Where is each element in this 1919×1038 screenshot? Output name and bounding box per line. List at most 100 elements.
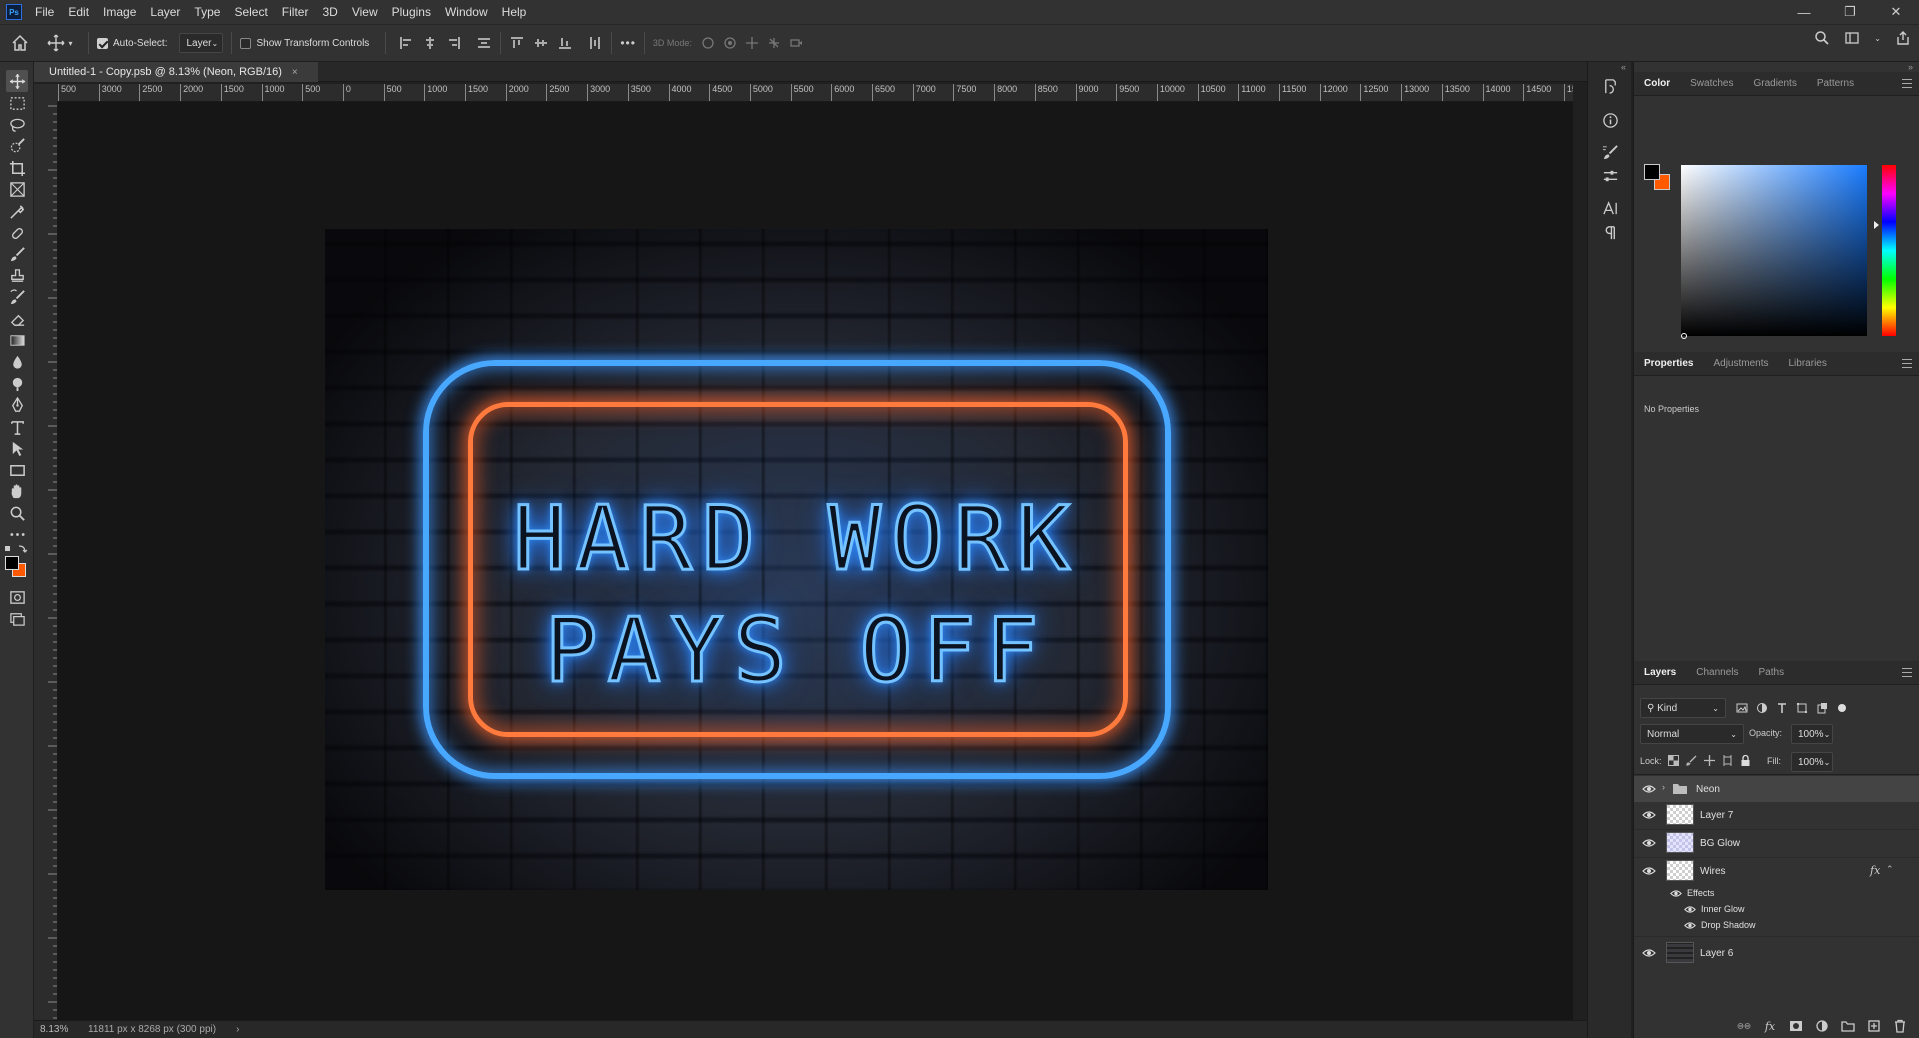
- menu-type[interactable]: Type: [187, 0, 227, 24]
- fill-field[interactable]: 100% ⌄: [1791, 752, 1833, 772]
- layer-name[interactable]: Layer 7: [1700, 810, 1733, 821]
- 3d-pan-icon[interactable]: [744, 35, 760, 51]
- quick-selection-tool-icon[interactable]: [6, 135, 28, 157]
- search-icon[interactable]: [1814, 30, 1830, 46]
- tab-libraries[interactable]: Libraries: [1779, 352, 1837, 376]
- home-icon[interactable]: [0, 28, 40, 58]
- effect-name[interactable]: Drop Shadow: [1701, 920, 1756, 930]
- hue-slider[interactable]: [1882, 165, 1896, 336]
- panel-menu-icon[interactable]: [1902, 668, 1912, 677]
- pen-tool-icon[interactable]: [6, 394, 28, 416]
- expand-panels-icon[interactable]: »: [1908, 62, 1913, 72]
- layer-row-bg-glow[interactable]: BG Glow: [1634, 830, 1919, 856]
- menu-edit[interactable]: Edit: [61, 0, 96, 24]
- layer-filter-kind-dropdown[interactable]: ⚲ Kind ⌄: [1640, 698, 1726, 718]
- distribute-vertical-icon[interactable]: [587, 35, 603, 51]
- tab-paths[interactable]: Paths: [1749, 661, 1795, 685]
- show-transform-controls-checkbox[interactable]: Show Transform Controls: [240, 37, 369, 49]
- tab-color[interactable]: Color: [1634, 72, 1680, 96]
- 3d-scale-icon[interactable]: [788, 35, 804, 51]
- path-selection-tool-icon[interactable]: [6, 437, 28, 459]
- align-left-icon[interactable]: [398, 35, 414, 51]
- gradient-tool-icon[interactable]: [6, 329, 28, 351]
- tab-patterns[interactable]: Patterns: [1807, 72, 1864, 96]
- history-brush-tool-icon[interactable]: [6, 286, 28, 308]
- brush-tool-icon[interactable]: [6, 243, 28, 265]
- panel-menu-icon[interactable]: [1902, 359, 1912, 368]
- layer-name[interactable]: Wires: [1700, 866, 1726, 877]
- effect-name[interactable]: Inner Glow: [1701, 904, 1745, 914]
- rectangle-tool-icon[interactable]: [6, 459, 28, 481]
- dodge-tool-icon[interactable]: [6, 372, 28, 394]
- distribute-horizontal-icon[interactable]: [476, 35, 492, 51]
- tab-adjustments[interactable]: Adjustments: [1703, 352, 1778, 376]
- move-tool-icon[interactable]: [6, 70, 28, 92]
- layer-name[interactable]: BG Glow: [1700, 838, 1740, 849]
- filter-smart-object-icon[interactable]: [1814, 700, 1830, 716]
- tab-properties[interactable]: Properties: [1634, 352, 1703, 376]
- new-adjustment-layer-icon[interactable]: [1814, 1018, 1830, 1034]
- brush-settings-icon[interactable]: [1600, 142, 1620, 162]
- document-canvas[interactable]: HARD WORK PAYS OFF: [325, 229, 1268, 890]
- crop-tool-icon[interactable]: [6, 157, 28, 179]
- layer-row-layer-7[interactable]: Layer 7: [1634, 802, 1919, 828]
- lock-artboard-icon[interactable]: [1721, 754, 1734, 767]
- auto-select-checkbox[interactable]: Auto-Select:: [97, 37, 167, 49]
- lock-all-icon[interactable]: [1739, 754, 1752, 767]
- panel-foreground-color[interactable]: [1644, 164, 1660, 180]
- clone-stamp-tool-icon[interactable]: [6, 265, 28, 287]
- tab-gradients[interactable]: Gradients: [1743, 72, 1806, 96]
- lock-image-pixels-icon[interactable]: [1685, 754, 1698, 767]
- tab-channels[interactable]: Channels: [1686, 661, 1748, 685]
- eraser-tool-icon[interactable]: [6, 308, 28, 330]
- restore-icon[interactable]: ❐: [1827, 0, 1873, 24]
- menu-window[interactable]: Window: [438, 0, 495, 24]
- filter-type-icon[interactable]: [1774, 700, 1790, 716]
- fx-badge[interactable]: fx: [1870, 864, 1880, 877]
- collapse-panels-icon[interactable]: «: [1588, 62, 1632, 72]
- layer-row-neon[interactable]: › Neon: [1634, 776, 1919, 802]
- filter-pixel-icon[interactable]: [1734, 700, 1750, 716]
- visibility-eye-icon[interactable]: [1642, 948, 1656, 958]
- visibility-eye-icon[interactable]: [1642, 838, 1656, 848]
- filter-adjustment-icon[interactable]: [1754, 700, 1770, 716]
- lock-position-icon[interactable]: [1703, 754, 1716, 767]
- layer-name[interactable]: Layer 6: [1700, 948, 1733, 959]
- healing-brush-tool-icon[interactable]: [6, 222, 28, 244]
- visibility-eye-icon[interactable]: [1670, 889, 1682, 898]
- layer-row-layer-6[interactable]: Layer 6: [1634, 940, 1919, 966]
- hue-slider-handle[interactable]: [1874, 221, 1879, 229]
- menu-help[interactable]: Help: [495, 0, 534, 24]
- menu-3d[interactable]: 3D: [315, 0, 344, 24]
- zoom-tool-icon[interactable]: [6, 502, 28, 524]
- menu-filter[interactable]: Filter: [275, 0, 316, 24]
- color-swatches[interactable]: [5, 556, 29, 580]
- menu-image[interactable]: Image: [96, 0, 143, 24]
- screen-mode-icon[interactable]: [6, 607, 28, 629]
- filter-toggle-icon[interactable]: [1834, 700, 1850, 716]
- align-center-icon[interactable]: [422, 35, 438, 51]
- menu-plugins[interactable]: Plugins: [385, 0, 438, 24]
- tab-layers[interactable]: Layers: [1634, 661, 1686, 685]
- menu-view[interactable]: View: [345, 0, 385, 24]
- horizontal-ruler[interactable]: 500 3000 2500 2000 1500 1000 500 0 500 1000 1500 20…: [58, 84, 1573, 102]
- lasso-tool-icon[interactable]: [6, 114, 28, 136]
- zoom-level[interactable]: 8.13%: [40, 1024, 88, 1035]
- opacity-field[interactable]: 100% ⌄: [1791, 724, 1833, 744]
- visibility-eye-icon[interactable]: [1642, 810, 1656, 820]
- visibility-eye-icon[interactable]: [1642, 784, 1656, 794]
- visibility-eye-icon[interactable]: [1684, 921, 1696, 930]
- chevron-down-icon[interactable]: ⌄: [1874, 34, 1881, 43]
- type-tool-icon[interactable]: [6, 416, 28, 438]
- move-tool-preset-icon[interactable]: ▾: [40, 28, 80, 58]
- align-right-icon[interactable]: [446, 35, 462, 51]
- align-top-icon[interactable]: [509, 35, 525, 51]
- visibility-eye-icon[interactable]: [1642, 866, 1656, 876]
- filter-shape-icon[interactable]: [1794, 700, 1810, 716]
- new-layer-icon[interactable]: [1866, 1018, 1882, 1034]
- edit-toolbar-icon[interactable]: [6, 523, 28, 545]
- menu-select[interactable]: Select: [227, 0, 274, 24]
- add-layer-style-icon[interactable]: fx: [1762, 1018, 1778, 1034]
- align-bottom-icon[interactable]: [557, 35, 573, 51]
- tab-swatches[interactable]: Swatches: [1680, 72, 1743, 96]
